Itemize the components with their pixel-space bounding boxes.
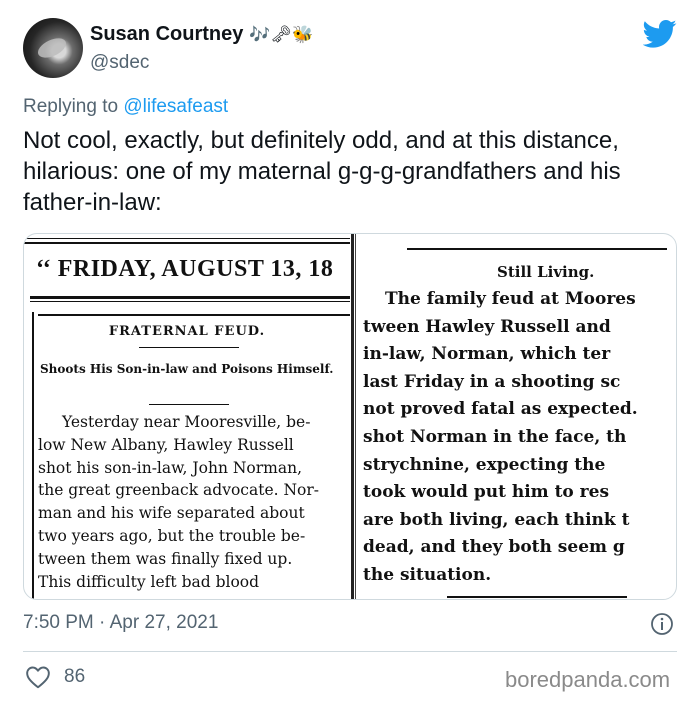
- clipping-left-line: low New Albany, Hawley Russell: [38, 435, 294, 454]
- clipping-right-line: not proved fatal as expected.: [363, 399, 638, 420]
- clipping-right-line: tween Hawley Russell and: [363, 316, 611, 337]
- clipping-right-line: dead, and they both seem g: [363, 537, 625, 558]
- clipping-left-line: tween them was finally fixed up.: [38, 549, 293, 568]
- twitter-bird-icon[interactable]: [643, 19, 677, 49]
- replying-to-link[interactable]: @lifesafeast: [123, 96, 228, 117]
- clipping-date: ‘‘ FRIDAY, AUGUST 13, 18: [36, 256, 334, 282]
- clipping-divider: [351, 234, 354, 599]
- info-icon[interactable]: [650, 612, 674, 636]
- clipping-left-line: the great greenback advocate. Nor-: [38, 481, 320, 500]
- avatar[interactable]: [23, 18, 83, 78]
- clipping-right-line: last Friday in a shooting sc: [363, 371, 621, 392]
- clipping-right-line: the situation.: [363, 564, 492, 585]
- tweet-image[interactable]: ‘‘ FRIDAY, AUGUST 13, 18 FRATERNAL FEUD.…: [23, 233, 677, 600]
- clipping-right-body: The family feud at Moores tween Hawley R…: [363, 286, 676, 590]
- clipping-right-line: are both living, each think t: [363, 509, 630, 530]
- clipping-right-line: shot Norman in the face, th: [363, 426, 627, 447]
- clipping-left-line: man and his wife separated about: [38, 504, 305, 523]
- replying-to: Replying to @lifesafeast: [23, 96, 228, 118]
- display-name[interactable]: Susan Courtney: [90, 23, 243, 46]
- clipping-right-title: Still Living.: [497, 263, 595, 281]
- name-emoji: 🎶🗝🐝: [249, 25, 314, 44]
- watermark: boredpanda.com: [505, 667, 671, 692]
- tweet-timestamp[interactable]: 7:50 PM · Apr 27, 2021: [23, 612, 218, 634]
- clipping-left-body: Yesterday near Mooresville, be- low New …: [38, 411, 350, 593]
- clipping-right-line: The family feud at Moores: [385, 289, 636, 309]
- clipping-left-line: This difficulty left bad blood: [38, 572, 260, 591]
- clipping-left-line: shot his son-in-law, John Norman,: [38, 458, 302, 477]
- clipping-left-line: Yesterday near Mooresville, be-: [62, 413, 311, 431]
- footer-divider: [23, 651, 677, 652]
- clipping-headline: FRATERNAL FEUD.: [108, 324, 266, 339]
- clipping-right-line: strychnine, expecting the: [363, 454, 606, 475]
- heart-icon[interactable]: [25, 665, 51, 689]
- author-name-row: Susan Courtney 🎶🗝🐝: [90, 23, 313, 46]
- clipping-right-line: took would put him to res: [363, 482, 610, 503]
- clipping-left-line: two years ago, but the trouble be-: [38, 526, 306, 545]
- clipping-divider-thin: [355, 234, 356, 599]
- newspaper-clipping-right: Still Living. The family feud at Moores …: [357, 234, 676, 599]
- clipping-subhead: Shoots His Son-in-law and Poisons Himsel…: [40, 362, 334, 376]
- like-count: 86: [64, 666, 86, 687]
- handle[interactable]: @sdec: [90, 52, 149, 74]
- newspaper-clipping-left: ‘‘ FRIDAY, AUGUST 13, 18 FRATERNAL FEUD.…: [24, 234, 350, 599]
- tweet-text: Not cool, exactly, but definitely odd, a…: [23, 127, 621, 216]
- replying-prefix: Replying to: [23, 96, 124, 117]
- clipping-right-line: in-law, Norman, which ter: [363, 344, 611, 365]
